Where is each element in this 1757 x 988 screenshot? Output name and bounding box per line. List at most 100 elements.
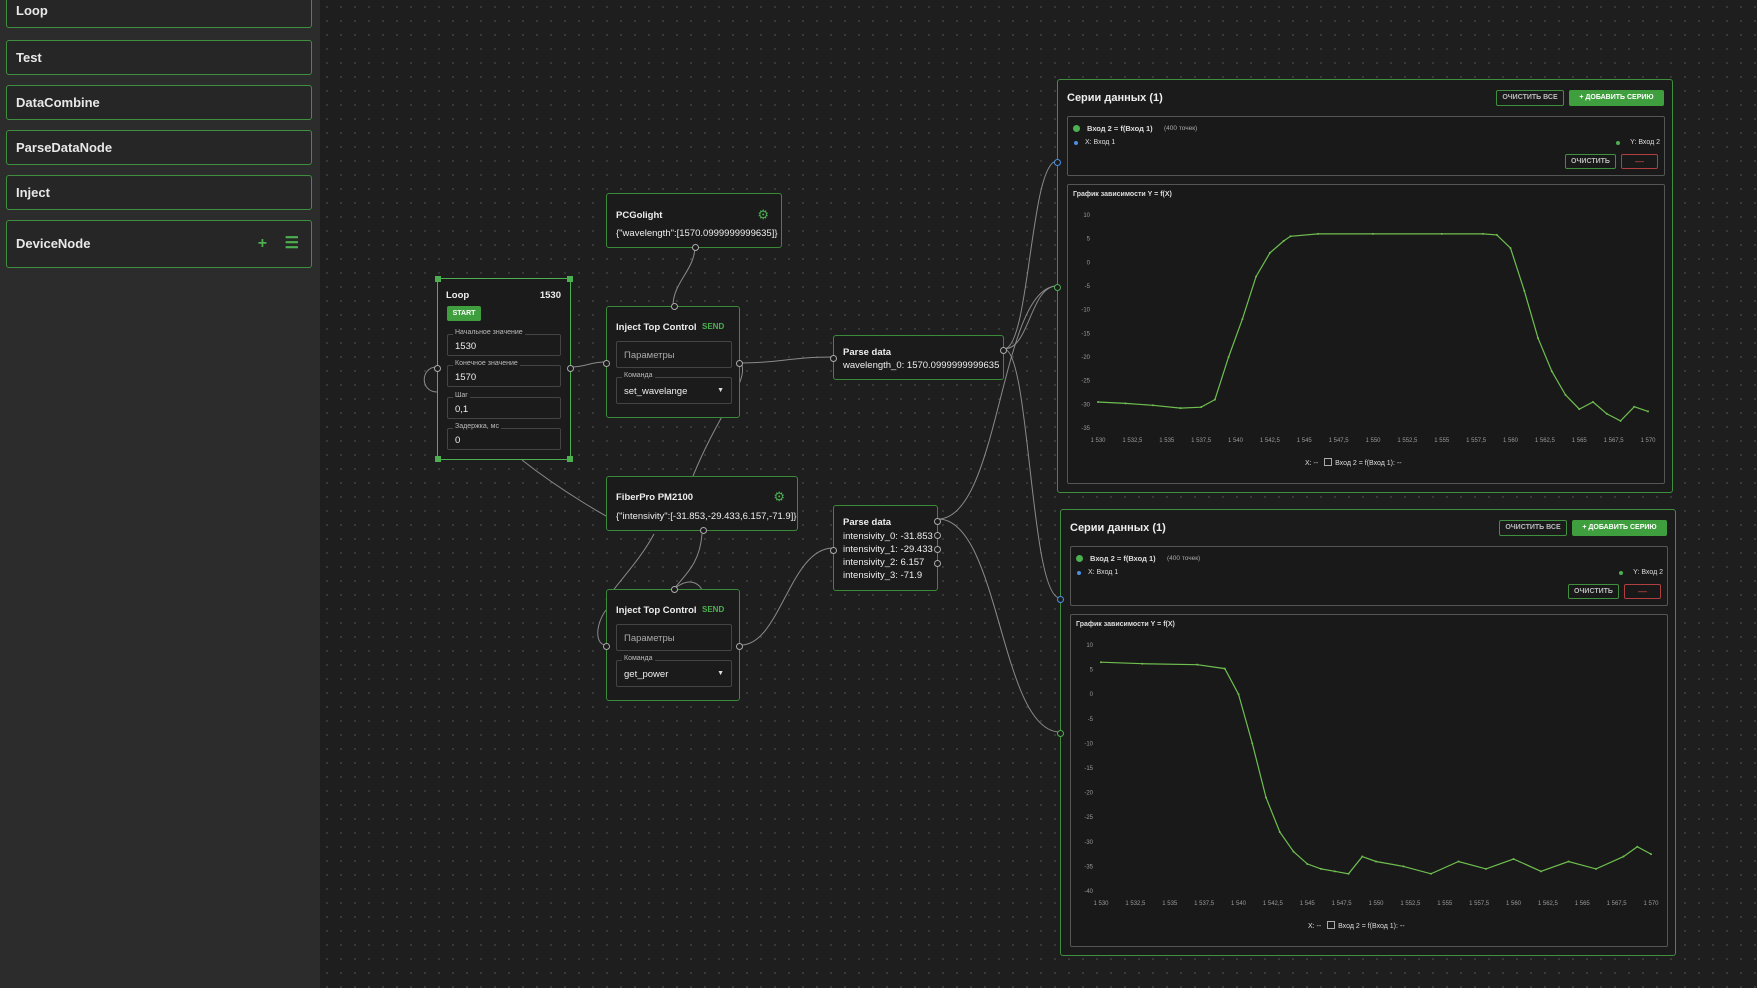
gear-icon[interactable]: ⚙ <box>757 207 769 223</box>
loop-node[interactable]: Loop 1530 START Начальное значение 1530 … <box>434 276 574 462</box>
resize-handle[interactable] <box>567 456 573 462</box>
data-point <box>1605 412 1608 415</box>
x-input-port[interactable] <box>1057 596 1064 603</box>
legend-checkbox[interactable] <box>1324 458 1333 466</box>
y-tick-label: -30 <box>1081 402 1090 408</box>
sidebar-item-parsedatanode[interactable]: ParseDataNode <box>6 130 312 165</box>
y-tick-label: -10 <box>1084 741 1093 747</box>
x-input-label: X: Вход 1 <box>1088 569 1119 576</box>
send-button[interactable]: SEND <box>702 605 724 614</box>
delay-field[interactable]: Задержка, мс 0 <box>447 423 561 450</box>
command-select[interactable]: Команда set_wavelange ▼ <box>616 372 732 404</box>
remove-series-button[interactable]: — <box>1624 584 1661 599</box>
send-button[interactable]: SEND <box>702 322 724 331</box>
output-port[interactable] <box>736 643 743 650</box>
data-point <box>1227 356 1230 358</box>
output-port[interactable] <box>736 360 743 367</box>
command-select[interactable]: Команда get_power ▼ <box>616 655 732 687</box>
params-input[interactable]: Параметры <box>616 624 732 651</box>
parse-data-node[interactable]: Parse data wavelength_0: 1570.0999999999… <box>830 335 1007 380</box>
gear-icon[interactable]: ⚙ <box>773 489 785 505</box>
sidebar-item-datacombine[interactable]: DataCombine <box>6 85 312 120</box>
output-port[interactable] <box>567 365 574 372</box>
output-port[interactable] <box>1000 347 1007 354</box>
data-point <box>1317 232 1319 235</box>
list-icon[interactable]: ☰ <box>285 221 299 267</box>
resize-handle[interactable] <box>567 276 573 282</box>
output-port[interactable] <box>934 532 941 539</box>
add-series-button[interactable]: + ДОБАВИТЬ СЕРИЮ <box>1569 90 1664 106</box>
chart-container: График зависимости Y = f(X) 10 5 0 -5 -10 -15… <box>1067 184 1665 484</box>
output-port[interactable] <box>700 527 707 534</box>
y-tick-label: -10 <box>1081 308 1090 314</box>
node-title: Inject Top Control <box>616 605 697 616</box>
legend-checkbox[interactable] <box>1327 921 1336 929</box>
input-port[interactable] <box>671 303 678 310</box>
input-port[interactable] <box>603 643 610 650</box>
x-tick-label: 1 567,5 <box>1604 438 1625 444</box>
x-tick-label: 1 537,5 <box>1194 901 1215 907</box>
series-line <box>1097 233 1649 422</box>
clear-series-button[interactable]: ОЧИСТИТЬ <box>1568 584 1619 599</box>
input-port[interactable] <box>830 355 837 362</box>
data-point <box>1578 408 1581 411</box>
parse-data-node[interactable]: Parse data intensivity_0: -31.853 intens… <box>830 505 941 591</box>
output-port[interactable] <box>934 518 941 525</box>
output-port[interactable] <box>934 546 941 553</box>
data-point <box>1619 419 1622 422</box>
remove-series-button[interactable]: — <box>1621 154 1658 169</box>
chevron-down-icon: ▼ <box>717 670 724 677</box>
data-point <box>1495 233 1498 236</box>
field-label: Шаг <box>453 392 470 399</box>
series-color-dot <box>1073 125 1080 132</box>
data-point <box>1550 370 1553 373</box>
field-label: Конечное значение <box>453 360 520 367</box>
fiberpro-node[interactable]: FiberPro PM2100 ⚙ {"intensivity":[-31.85… <box>606 476 798 534</box>
node-title: Inject Top Control <box>616 322 697 333</box>
x-input-port[interactable] <box>1054 159 1061 166</box>
start-button[interactable]: START <box>447 306 481 321</box>
inject-top-control-node[interactable]: Inject Top Control SEND Параметры Команд… <box>603 586 743 701</box>
sidebar-item-loop[interactable]: Loop <box>6 0 312 28</box>
params-placeholder: Параметры <box>624 633 675 644</box>
pcgolight-node[interactable]: PCGolight ⚙ {"wavelength":[1570.09999999… <box>606 193 782 251</box>
data-series-panel[interactable]: Серии данных (1) ОЧИСТИТЬ ВСЕ + ДОБАВИТЬ… <box>1054 79 1673 493</box>
y-input-port[interactable] <box>1057 730 1064 737</box>
input-port[interactable] <box>434 365 441 372</box>
loop-current-value: 1530 <box>539 290 561 301</box>
input-port[interactable] <box>671 586 678 593</box>
input-port[interactable] <box>603 360 610 367</box>
sidebar-item-test[interactable]: Test <box>6 40 312 75</box>
data-point <box>1289 235 1292 238</box>
field-value: 1530 <box>455 341 477 352</box>
plus-icon[interactable]: + <box>258 221 267 267</box>
sidebar-item-inject[interactable]: Inject <box>6 175 312 210</box>
inject-top-control-node[interactable]: Inject Top Control SEND Параметры Команд… <box>603 303 743 418</box>
sidebar-item-devicenode[interactable]: DeviceNode + ☰ <box>6 220 312 268</box>
clear-all-button[interactable]: ОЧИСТИТЬ ВСЕ <box>1499 520 1567 536</box>
start-value-field[interactable]: Начальное значение 1530 <box>447 329 561 356</box>
data-point <box>1255 275 1258 278</box>
field-value: 0 <box>455 435 461 446</box>
clear-all-button[interactable]: ОЧИСТИТЬ ВСЕ <box>1496 90 1564 106</box>
clear-series-button[interactable]: ОЧИСТИТЬ <box>1565 154 1616 169</box>
data-point <box>1097 400 1099 403</box>
x-tick-label: 1 562,5 <box>1535 438 1556 444</box>
data-point <box>1372 232 1374 235</box>
output-port[interactable] <box>692 244 699 251</box>
y-tick-label: -5 <box>1085 284 1091 290</box>
end-value-field[interactable]: Конечное значение 1570 <box>447 360 561 387</box>
resize-handle[interactable] <box>435 276 441 282</box>
input-port[interactable] <box>830 547 837 554</box>
data-series-panel[interactable]: Серии данных (1) ОЧИСТИТЬ ВСЕ + ДОБАВИТЬ… <box>1057 509 1676 956</box>
resize-handle[interactable] <box>435 456 441 462</box>
add-series-button[interactable]: + ДОБАВИТЬ СЕРИЮ <box>1572 520 1667 536</box>
output-port[interactable] <box>934 560 941 567</box>
step-field[interactable]: Шаг 0,1 <box>447 392 561 419</box>
data-point <box>1375 860 1377 863</box>
params-input[interactable]: Параметры <box>616 341 732 368</box>
panel-title: Серии данных (1) <box>1070 522 1166 534</box>
sidebar-item-label: Test <box>16 50 42 65</box>
y-input-port[interactable] <box>1054 284 1061 291</box>
x-tick-label: 1 540 <box>1228 438 1244 444</box>
